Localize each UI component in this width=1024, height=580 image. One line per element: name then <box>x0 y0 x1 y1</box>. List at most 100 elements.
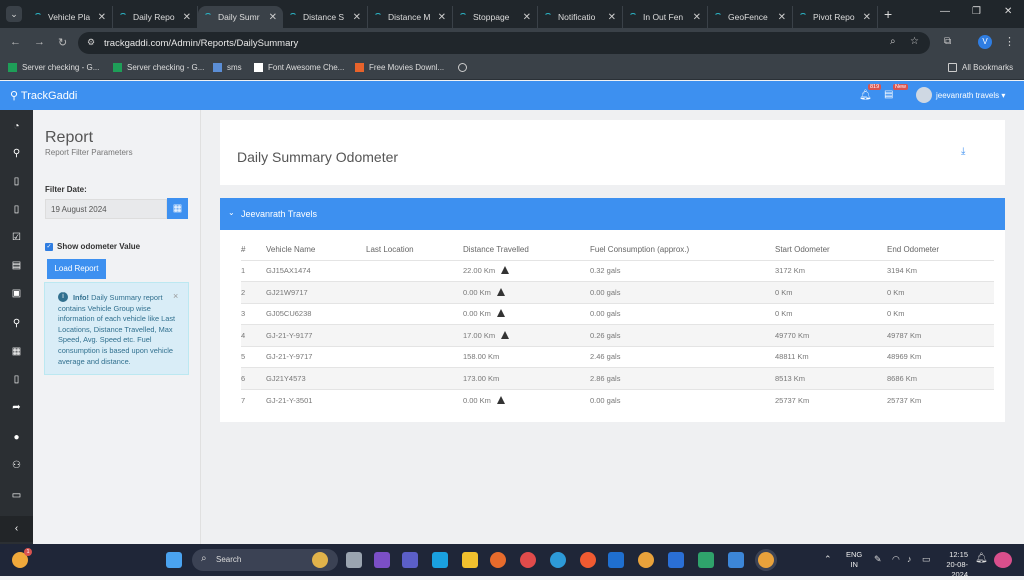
outlook-icon[interactable] <box>608 552 624 568</box>
warning-icon[interactable] <box>496 309 505 318</box>
url-text[interactable]: trackgaddi.com/Admin/Reports/DailySummar… <box>104 38 298 49</box>
table-row[interactable]: 4 GJ-21-Y-9177 17.00 Km 0.26 gals 49770 Km 49… <box>241 324 994 346</box>
file-icon[interactable]: ▯ <box>0 176 33 187</box>
close-tab-icon[interactable]: ✕ <box>778 12 786 23</box>
windows-start-icon[interactable] <box>166 552 182 568</box>
file-text-icon[interactable]: ▯ <box>0 204 33 215</box>
load-report-button[interactable]: Load Report <box>47 259 106 279</box>
close-tab-icon[interactable]: ✕ <box>438 12 446 23</box>
browser-tab[interactable]: In Out Fen ✕ <box>623 6 708 28</box>
document-icon[interactable]: ▤ <box>0 260 33 271</box>
app-store-icon[interactable] <box>728 552 744 568</box>
skype-icon[interactable] <box>432 552 448 568</box>
postman-icon[interactable] <box>580 552 596 568</box>
column-header[interactable]: Fuel Consumption (approx.) <box>590 240 775 260</box>
firefox-icon[interactable] <box>490 552 506 568</box>
warning-icon[interactable] <box>501 266 510 275</box>
bookmark-item[interactable]: Font Awesome Che... <box>254 63 344 72</box>
browser-tab[interactable]: Vehicle Pla ✕ <box>28 6 113 28</box>
chrome-active-icon[interactable] <box>758 552 774 568</box>
browser-tab[interactable]: Notificatio ✕ <box>538 6 623 28</box>
word-icon[interactable] <box>668 552 684 568</box>
app-icon[interactable] <box>698 552 714 568</box>
column-header[interactable]: Distance Travelled <box>463 240 590 260</box>
share-icon[interactable]: ➦ <box>0 402 33 413</box>
monitor-icon[interactable]: ▭ <box>0 490 33 501</box>
bell-icon[interactable]: 🔔︎ <box>859 90 872 101</box>
report-icon[interactable]: ▯ <box>0 374 33 385</box>
column-header[interactable]: Vehicle Name <box>266 240 366 260</box>
close-tab-icon[interactable]: ✕ <box>863 12 871 23</box>
teams-icon[interactable] <box>402 552 418 568</box>
column-header[interactable]: # <box>241 240 266 260</box>
git-icon[interactable] <box>520 552 536 568</box>
table-row[interactable]: 1 GJ15AX1474 22.00 Km 0.32 gals 3172 Km 3194 … <box>241 259 994 282</box>
bookmark-item[interactable]: Server checking - G... <box>113 63 204 72</box>
column-header[interactable]: End Odometer <box>887 240 994 260</box>
zoom-icon[interactable]: ⌕ <box>890 36 896 47</box>
maximize-button[interactable]: ❐ <box>972 6 981 17</box>
new-tab-button[interactable]: + <box>884 6 892 22</box>
table-row[interactable]: 6 GJ21Y4573 173.00 Km 2.86 gals 8513 Km 8686 … <box>241 367 994 389</box>
close-tab-icon[interactable]: ✕ <box>353 12 361 23</box>
visual-studio-icon[interactable] <box>374 552 390 568</box>
back-icon[interactable]: ← <box>10 36 21 48</box>
warning-icon[interactable] <box>496 395 505 404</box>
dashboard-icon[interactable]: ◔ <box>0 121 33 132</box>
file-explorer-icon[interactable] <box>462 552 478 568</box>
browser-tab[interactable]: Stoppage ✕ <box>453 6 538 28</box>
calendar-icon[interactable]: ▦ <box>0 346 33 357</box>
bookmark-item[interactable]: Free Movies Downl... <box>355 63 444 72</box>
taskbar-search[interactable]: ⌕ Search <box>192 549 338 571</box>
column-header[interactable]: Start Odometer <box>775 240 887 260</box>
bookmark-star-icon[interactable]: ☆ <box>910 36 919 47</box>
minimize-button[interactable]: — <box>940 6 950 17</box>
browser-tab[interactable]: Distance S ✕ <box>283 6 368 28</box>
browser-tab[interactable]: Distance M ✕ <box>368 6 453 28</box>
browser-tab[interactable]: Pivot Repo ✕ <box>793 6 878 28</box>
warning-icon[interactable] <box>501 330 510 339</box>
close-tab-icon[interactable]: ✕ <box>269 12 277 23</box>
checkbox-icon[interactable]: ☑ <box>0 232 33 243</box>
download-icon[interactable]: ⤓ <box>961 146 965 157</box>
collapse-sidebar-button[interactable]: ‹ <box>0 516 33 542</box>
notification-bell-icon[interactable]: 🔔︎ <box>975 553 988 564</box>
tray-chevron-icon[interactable]: ⌃ <box>824 554 832 565</box>
map-pin-icon[interactable]: ⚲ <box>0 318 33 329</box>
battery-icon[interactable]: ▭ <box>922 554 931 565</box>
site-info-icon[interactable]: ⚙ <box>87 37 95 48</box>
edge-icon[interactable] <box>550 552 566 568</box>
bookmark-item[interactable]: sms <box>213 63 242 72</box>
language-indicator[interactable]: ENG IN <box>846 550 862 570</box>
reload-icon[interactable]: ↻ <box>58 36 67 49</box>
close-tab-icon[interactable]: ✕ <box>693 12 701 23</box>
chrome-icon[interactable] <box>638 552 654 568</box>
money-icon[interactable]: ▣ <box>0 288 33 299</box>
user-icon[interactable]: ● <box>0 432 33 443</box>
tab-search-menu-button[interactable]: ⌄ <box>6 6 22 22</box>
extensions-icon[interactable]: ⧉ <box>944 36 951 47</box>
users-icon[interactable]: ⚇ <box>0 460 33 471</box>
browser-tab[interactable]: Daily Sumr ✕ <box>198 6 283 28</box>
profile-avatar[interactable]: V <box>978 35 992 49</box>
close-window-button[interactable]: ✕ <box>1004 6 1012 17</box>
column-header[interactable]: Last Location <box>366 240 463 260</box>
copilot-icon[interactable] <box>994 552 1012 568</box>
table-row[interactable]: 5 GJ-21-Y-9717 158.00 Km 2.46 gals 48811 Km 4… <box>241 345 994 368</box>
close-tab-icon[interactable]: ✕ <box>183 12 191 23</box>
task-view-icon[interactable] <box>346 552 362 568</box>
browser-tab[interactable]: Daily Repo ✕ <box>113 6 198 28</box>
volume-icon[interactable]: ♪ <box>907 554 912 564</box>
table-row[interactable]: 3 GJ05CU6238 0.00 Km 0.00 gals 0 Km 0 Km <box>241 302 994 325</box>
location-icon[interactable]: ⚲ <box>0 148 33 159</box>
pen-icon[interactable]: ✎ <box>874 554 882 565</box>
all-bookmarks-button[interactable]: All Bookmarks <box>948 63 1013 72</box>
forward-icon[interactable]: → <box>34 36 45 48</box>
odometer-checkbox-row[interactable]: ✓ Show odometer Value <box>45 242 140 251</box>
close-tab-icon[interactable]: ✕ <box>608 12 616 23</box>
browser-tab[interactable]: GeoFence ✕ <box>708 6 793 28</box>
warning-icon[interactable] <box>496 287 505 296</box>
wifi-icon[interactable]: ◠ <box>892 554 900 565</box>
calendar-picker-button[interactable]: ▦ <box>167 198 188 219</box>
close-tab-icon[interactable]: ✕ <box>523 12 531 23</box>
